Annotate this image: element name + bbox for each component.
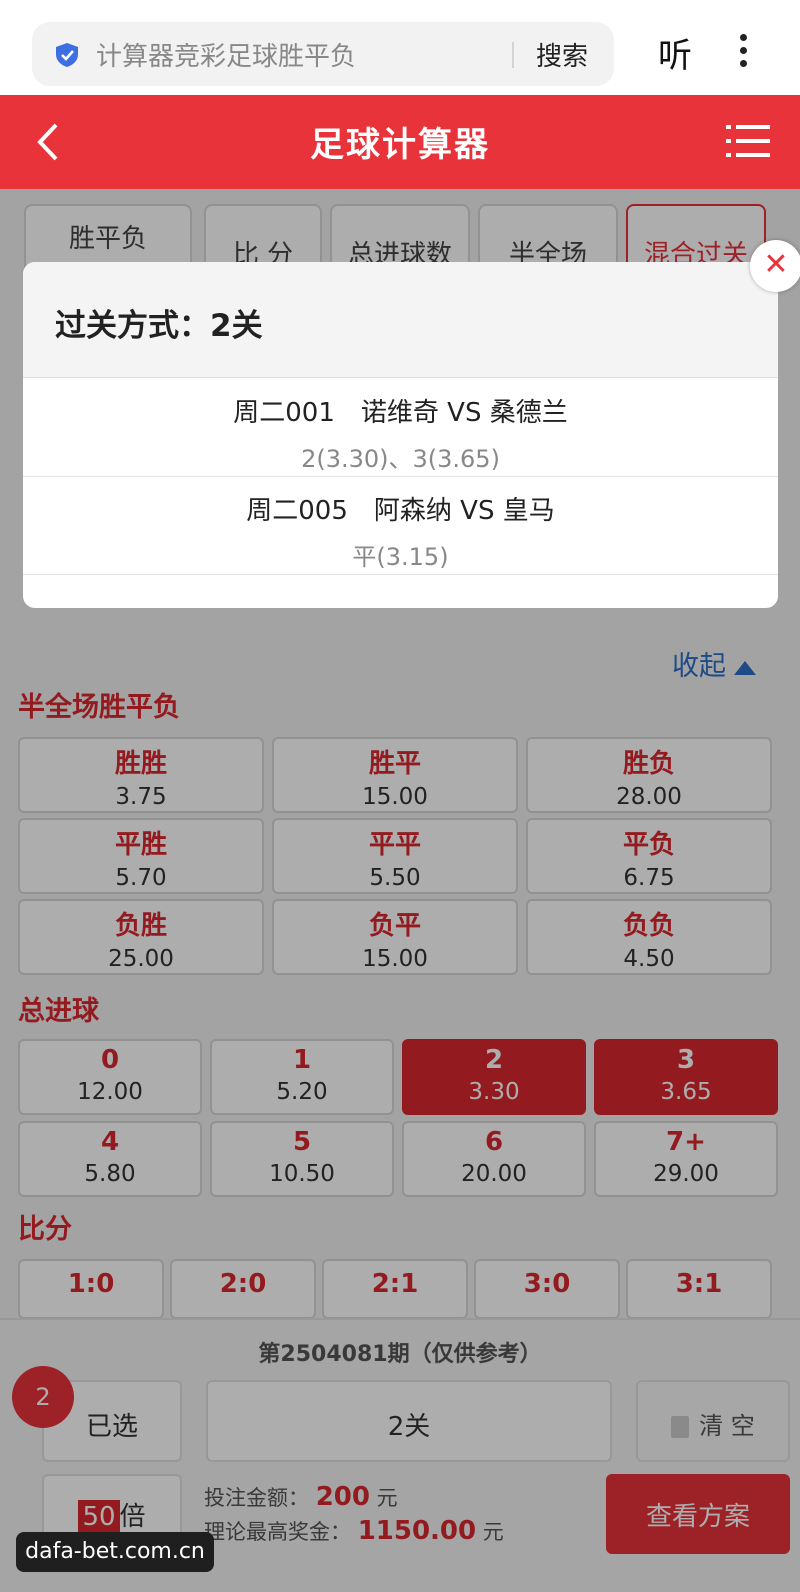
divider [23,574,778,575]
match-pick: 平(3.15) [352,543,449,571]
search-button[interactable]: 搜索 [536,36,588,73]
popup-match-2: 周二005 阿森纳 VS 皇马 平(3.15) [23,490,778,572]
divider [512,42,514,68]
search-box[interactable]: 计算器竞彩足球胜平负 搜索 [32,22,614,86]
search-text[interactable]: 计算器竞彩足球胜平负 [96,36,356,73]
divider [23,476,778,477]
app-header: 足球计算器 [0,95,800,189]
popup-match-1: 周二001 诺维奇 VS 桑德兰 2(3.30)、3(3.65) [23,392,778,474]
match-teams: 周二005 阿森纳 VS 皇马 [246,496,555,526]
match-pick: 2(3.30)、3(3.65) [301,445,500,473]
menu-icon[interactable] [726,121,770,161]
pass-popup: 过关方式：2关 周二001 诺维奇 VS 桑德兰 2(3.30)、3(3.65)… [23,262,778,608]
browser-bar: 计算器竞彩足球胜平负 搜索 听 [0,0,800,95]
popup-title: 过关方式：2关 [23,262,778,378]
more-icon[interactable] [740,34,748,74]
page-title: 足球计算器 [310,125,490,165]
watermark: dafa-bet.com.cn [16,1532,214,1572]
listen-button[interactable]: 听 [658,28,692,77]
shield-icon [56,43,78,67]
close-icon[interactable]: ✕ [750,240,800,292]
match-teams: 周二001 诺维奇 VS 桑德兰 [233,398,568,428]
